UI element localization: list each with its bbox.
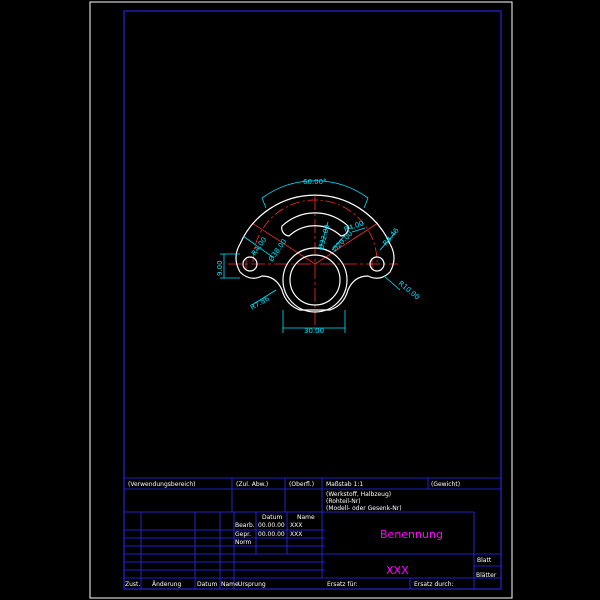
ersatz-durch-label: Ersatz durch: [414, 581, 454, 588]
cad-drawing-sheet: 60.00° 30.00 9.00 R4.00 Ø38.00 Ø32.00 Ø2… [0, 0, 600, 600]
name-header: Name [297, 514, 315, 521]
name-footer: Name [221, 581, 239, 588]
aenderung-label: Änderung [152, 581, 181, 588]
norm-label: Norm [235, 539, 252, 546]
gepr-name: XXX [290, 531, 302, 538]
ursprung-label: Ursprung [238, 581, 266, 588]
blatt-label: Blatt [477, 557, 492, 564]
bearb-name: XXX [290, 522, 302, 529]
bearb-label: Bearb. [235, 522, 255, 529]
blaetter-label: Blätter [476, 572, 497, 579]
zust-label: Zust. [125, 581, 140, 588]
oberfl-label: (Oberfl.) [289, 481, 314, 488]
werkstoff-label: (Werkstoff, Halbzeug) [326, 491, 391, 498]
gepr-label: Gepr. [235, 531, 251, 538]
datum-header: Datum [262, 514, 282, 521]
datum-footer: Datum [197, 581, 217, 588]
ersatz-fuer-label: Ersatz für: [327, 581, 358, 588]
zul-abw-label: (Zul. Abw.) [236, 481, 268, 488]
gewicht-label: (Gewicht) [431, 481, 460, 488]
gepr-date: 00.00.00 [258, 531, 285, 538]
massstab-label: Maßstab 1:1 [326, 481, 363, 488]
benennung-label: Benennung [380, 528, 443, 541]
dim-bottom-width: 30.00 [304, 327, 324, 335]
modell-label: (Modell- oder Gesenk-Nr) [326, 505, 402, 512]
dim-top-width: 60.00° [303, 178, 327, 186]
verwendungsbereich-label: (Verwendungsbereich) [128, 481, 196, 488]
rohteil-label: (Rohteil-Nr) [326, 498, 361, 505]
zeichnungsnummer: XXX [386, 564, 409, 577]
bearb-date: 00.00.00 [258, 522, 285, 529]
dim-left-height: 9.00 [216, 260, 224, 276]
